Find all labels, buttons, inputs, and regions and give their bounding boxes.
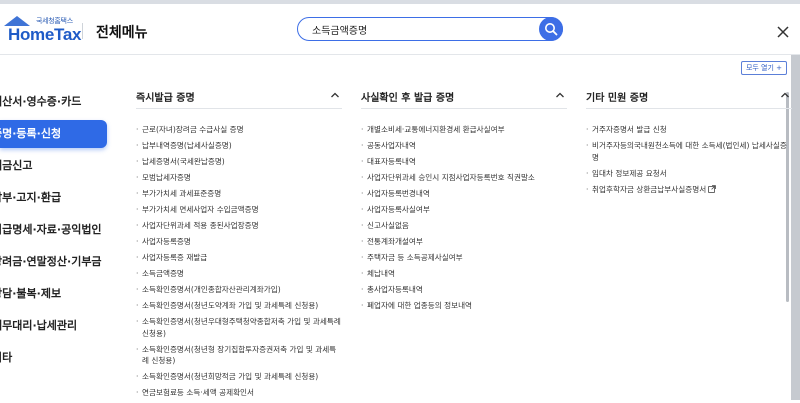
sidebar-item-tax-filing[interactable]: 세금신고 xyxy=(0,152,107,180)
menu-link[interactable]: 사업자단위과세 적용 종된사업장증명 xyxy=(136,220,342,232)
menu-link[interactable]: 소득확인증명서(청년우대형주택청약종합저축 가입 및 과세특례 신청용) xyxy=(136,316,342,339)
menu-link[interactable]: 납부내역증명(납세사실증명) xyxy=(136,140,342,152)
hometax-logo[interactable]: 국세청홈택스 HomeTax xyxy=(4,14,86,48)
section-divider xyxy=(586,108,792,109)
sidebar-item-payment-notice-refund[interactable]: 납부·고지·환급 xyxy=(0,184,107,212)
menu-list: 근로(자녀)장려금 수급사실 증명 납부내역증명(납세사실증명) 납세증명서(국… xyxy=(136,124,342,403)
menu-link[interactable]: 납세증명서(국세완납증명) xyxy=(136,156,342,168)
page-title: 전체메뉴 xyxy=(96,25,148,41)
menu-link[interactable]: 소득확인증명서(청년형 장기집합투자증권저축 가입 및 과세특례 신청용) xyxy=(136,344,342,367)
menu-link[interactable]: 모범납세자증명 xyxy=(136,172,342,184)
menu-link[interactable]: 근로(자녀)장려금 수급사실 증명 xyxy=(136,124,342,136)
section-header-other[interactable]: 기타 민원 증명 xyxy=(586,88,792,104)
menu-link[interactable]: 소득금액증명 xyxy=(136,268,342,280)
menu-link[interactable]: 공동사업자내역 xyxy=(361,140,567,152)
menu-link[interactable]: 폐업자에 대한 업종등의 정보내역 xyxy=(361,300,567,312)
sidebar-item-tax-agent[interactable]: 세무대리·납세관리 xyxy=(0,312,107,340)
search-input[interactable] xyxy=(312,21,532,37)
menu-link[interactable]: 총사업자등록내역 xyxy=(361,284,567,296)
menu-link[interactable]: 개별소비세·교통에너지환경세 환급사실여부 xyxy=(361,124,567,136)
close-icon xyxy=(777,26,789,38)
menu-link[interactable]: 취업후학자금 상환금납부사실증명서 xyxy=(586,184,792,196)
section-title: 사실확인 후 발급 증명 xyxy=(361,93,455,104)
menu-link[interactable]: 소득확인증명서(청년도약계좌 가입 및 과세특례 신청용) xyxy=(136,300,342,312)
menu-list: 거주자증명서 발급 신청 비거주자등의국내원천소득에 대한 소득세(법인세) 납… xyxy=(586,124,792,200)
external-link-icon xyxy=(708,184,717,193)
sidebar-item-consult-appeal-report[interactable]: 상담·불복·제보 xyxy=(0,280,107,308)
sidebar-item-incentive-yearend[interactable]: 장려금·연말정산·기부금 xyxy=(0,248,107,276)
menu-link[interactable]: 비거주자등의국내원천소득에 대한 소득세(법인세) 납세사실증명 xyxy=(586,140,792,163)
logo-text: HomeTax xyxy=(8,25,82,44)
menu-link[interactable]: 체납내역 xyxy=(361,268,567,280)
search-box xyxy=(297,17,563,41)
menu-link[interactable]: 연금보험료등 소득·세액 공제확인서 xyxy=(136,387,342,399)
menu-link[interactable]: 신고사실없음 xyxy=(361,220,567,232)
header-divider xyxy=(82,23,83,39)
menu-link[interactable]: 전통계좌개설여부 xyxy=(361,236,567,248)
menu-link[interactable]: 부가가치세 과세표준증명 xyxy=(136,188,342,200)
sidebar-item-invoice-receipt-card[interactable]: 계산서·영수증·카드 xyxy=(0,88,107,116)
close-button[interactable] xyxy=(776,24,790,38)
sidebar-item-certificate-register-apply[interactable]: 증명·등록·신청 xyxy=(0,120,107,148)
menu-link[interactable]: 사업자등록번경내역 xyxy=(361,188,567,200)
menu-link[interactable]: 사업자단위과세 승인시 지점사업자등록번호 직권말소 xyxy=(361,172,567,184)
menu-link[interactable]: 임대차 정보제공 요청서 xyxy=(586,168,792,180)
menu-link[interactable]: 소득확인증명서(청년희망적금 가입 및 과세특례 신청용) xyxy=(136,371,342,383)
section-header-verified[interactable]: 사실확인 후 발급 증명 xyxy=(361,88,567,104)
section-header-instant[interactable]: 즉시발급 증명 xyxy=(136,88,342,104)
menu-link[interactable]: 부가가치세 면세사업자 수입금액증명 xyxy=(136,204,342,216)
section-divider xyxy=(361,108,567,109)
section-title: 기타 민원 증명 xyxy=(586,93,649,104)
menu-link[interactable]: 소득확인증명서(개인종합자산관리계좌가입) xyxy=(136,284,342,296)
search-button[interactable] xyxy=(539,17,563,41)
section-divider xyxy=(136,108,342,109)
expand-all-button[interactable]: 모두 열기 + xyxy=(741,61,787,75)
chevron-up-icon xyxy=(556,92,564,98)
menu-link[interactable]: 사업자등록증 재발급 xyxy=(136,252,342,264)
menu-link[interactable]: 주택자금 등 소득공제사실여부 xyxy=(361,252,567,264)
menu-link[interactable]: 거주자증명서 발급 신청 xyxy=(586,124,792,136)
menu-list: 개별소비세·교통에너지환경세 환급사실여부 공동사업자내역 대표자등록내역 사업… xyxy=(361,124,567,316)
sidebar-item-payment-statement[interactable]: 지급명세·자료·공익법인 xyxy=(0,216,107,244)
sidebar-item-etc[interactable]: 기타 xyxy=(0,344,107,372)
chevron-up-icon xyxy=(331,92,339,98)
chevron-up-icon xyxy=(781,92,789,98)
header: 국세청홈택스 HomeTax 전체메뉴 xyxy=(0,4,800,55)
section-title: 즉시발급 증명 xyxy=(136,93,195,104)
menu-link[interactable]: 대표자등록내역 xyxy=(361,156,567,168)
menu-link[interactable]: 사업자등록증명 xyxy=(136,236,342,248)
menu-link-label: 취업후학자금 상환금납부사실증명서 xyxy=(592,184,707,194)
page-edge xyxy=(791,55,800,400)
menu-link[interactable]: 사업자등록사실여부 xyxy=(361,204,567,216)
search-icon xyxy=(545,23,558,36)
